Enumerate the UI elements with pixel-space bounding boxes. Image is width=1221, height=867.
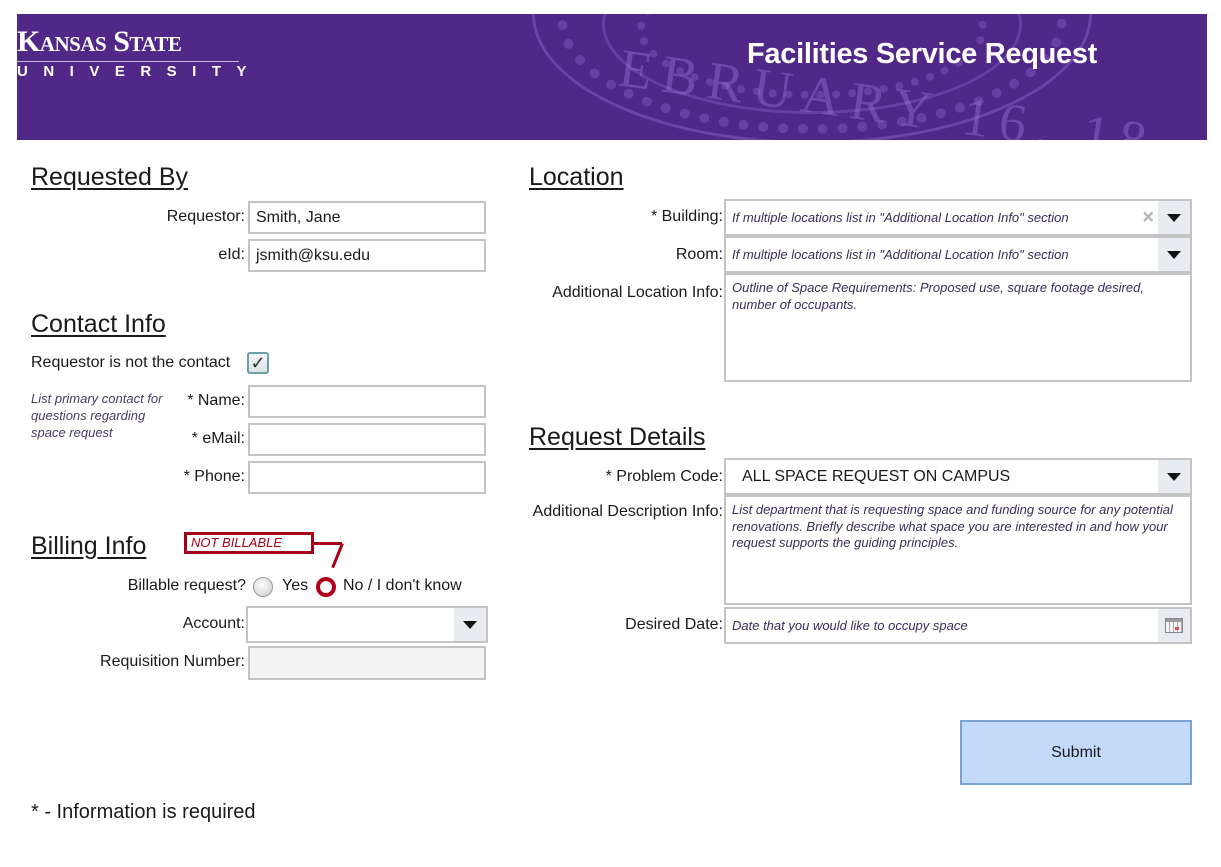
billable-yes-radio[interactable]	[253, 577, 273, 597]
building-dropdown[interactable]: If multiple locations list in "Additiona…	[724, 199, 1192, 236]
additional-location-placeholder: Outline of Space Requirements: Proposed …	[732, 280, 1144, 312]
contact-hint: List primary contact for questions regar…	[31, 391, 163, 440]
checkmark-icon: ✓	[250, 352, 266, 373]
requestor-input[interactable]: Smith, Jane	[248, 201, 486, 234]
description-textarea[interactable]: List department that is requesting space…	[724, 495, 1192, 605]
section-title-requested-by: Requested By	[31, 163, 189, 191]
requestor-not-contact-label: Requestor is not the contact	[31, 354, 231, 371]
desired-date-input[interactable]: Date that you would like to occupy space	[724, 607, 1192, 644]
chevron-down-icon	[463, 620, 477, 629]
submit-button[interactable]: Submit	[960, 720, 1192, 785]
room-placeholder: If multiple locations list in "Additiona…	[732, 247, 1069, 262]
university-logo: Kansas State UNIVERSITY	[17, 26, 263, 82]
chevron-down-icon	[1167, 472, 1181, 481]
contact-name-input[interactable]	[248, 385, 486, 418]
date-picker-button[interactable]	[1158, 609, 1190, 642]
section-title-billing-info: Billing Info	[31, 532, 147, 560]
building-label: * Building:	[650, 208, 723, 225]
contact-phone-label: * Phone:	[183, 468, 245, 485]
requisition-number-input[interactable]	[248, 646, 486, 680]
section-title-request-details: Request Details	[529, 423, 706, 451]
requestor-not-contact-checkbox[interactable]: ✓	[247, 352, 269, 374]
desired-date-placeholder: Date that you would like to occupy space	[732, 618, 968, 633]
contact-phone-input[interactable]	[248, 461, 486, 494]
chevron-down-icon	[1167, 250, 1181, 259]
building-dropdown-button[interactable]	[1158, 201, 1190, 234]
clear-icon[interactable]: ×	[1142, 206, 1154, 229]
room-dropdown-button[interactable]	[1158, 238, 1190, 271]
billable-request-label: Billable request?	[127, 577, 246, 594]
account-dropdown[interactable]	[246, 606, 488, 643]
requestor-label: Requestor:	[166, 208, 245, 225]
billable-yes-label: Yes	[282, 577, 309, 594]
page-title: Facilities Service Request	[747, 38, 1098, 70]
problem-code-label: * Problem Code:	[605, 468, 723, 485]
logo-wordmark: Kansas State	[17, 26, 239, 62]
room-dropdown[interactable]: If multiple locations list in "Additiona…	[724, 236, 1192, 273]
eid-input[interactable]: jsmith@ksu.edu	[248, 239, 486, 272]
problem-code-value: ALL SPACE REQUEST ON CAMPUS	[742, 467, 1011, 485]
logo-subtext: UNIVERSITY	[17, 63, 263, 80]
billable-no-label: No / I don't know	[343, 577, 462, 594]
building-placeholder: If multiple locations list in "Additiona…	[732, 210, 1069, 225]
calendar-icon	[1165, 618, 1183, 633]
section-title-location: Location	[529, 163, 624, 191]
header-banner: EBRUARY 16, 18 Kansas State UNIVERSITY F…	[17, 14, 1207, 140]
eid-value: jsmith@ksu.edu	[256, 246, 371, 264]
annotation-connector	[314, 542, 342, 545]
contact-email-label: * eMail:	[191, 430, 245, 447]
problem-code-dropdown[interactable]: ALL SPACE REQUEST ON CAMPUS	[724, 458, 1192, 495]
not-billable-annotation: NOT BILLABLE	[184, 532, 314, 554]
desired-date-label: Desired Date:	[625, 616, 723, 633]
problem-code-dropdown-button[interactable]	[1158, 460, 1190, 493]
eid-label: eId:	[218, 246, 245, 263]
section-title-contact-info: Contact Info	[31, 310, 166, 338]
requestor-value: Smith, Jane	[256, 208, 341, 226]
additional-location-label: Additional Location Info:	[552, 284, 723, 301]
account-dropdown-button[interactable]	[454, 608, 486, 641]
chevron-down-icon	[1167, 213, 1181, 222]
additional-location-textarea[interactable]: Outline of Space Requirements: Proposed …	[724, 273, 1192, 382]
account-label: Account:	[182, 615, 245, 632]
description-placeholder: List department that is requesting space…	[732, 502, 1173, 550]
annotation-connector	[331, 543, 344, 569]
requisition-number-label: Requisition Number:	[100, 653, 245, 670]
billable-no-radio[interactable]	[316, 577, 336, 597]
contact-email-input[interactable]	[248, 423, 486, 456]
contact-name-label: * Name:	[187, 392, 245, 409]
description-label: Additional Description Info:	[532, 503, 723, 520]
room-label: Room:	[675, 246, 723, 263]
required-footnote: * - Information is required	[31, 801, 256, 823]
